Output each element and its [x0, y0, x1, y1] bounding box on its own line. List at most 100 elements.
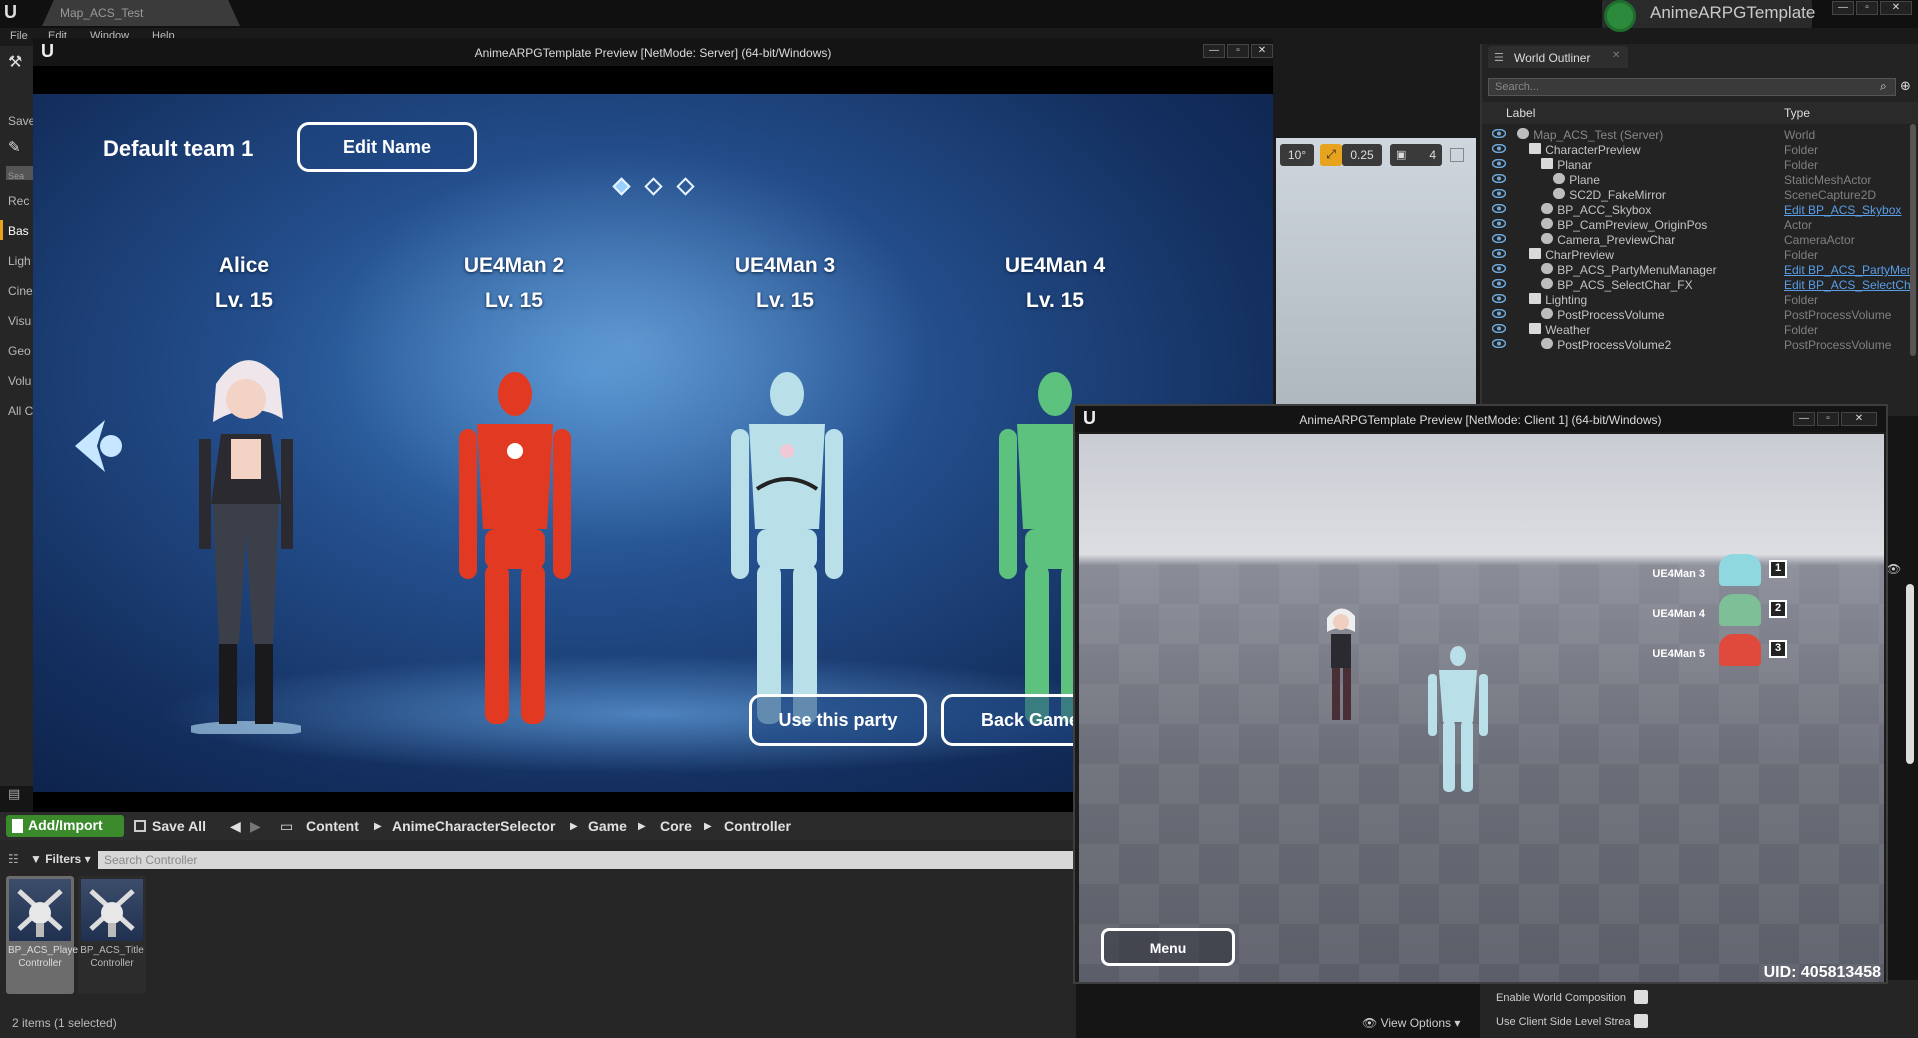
- forward-arrow-icon[interactable]: ▶: [250, 818, 261, 835]
- back-arrow-icon[interactable]: ◀: [230, 818, 241, 835]
- party-member-name: UE4Man 4: [1652, 608, 1705, 620]
- maximize-viewport-icon[interactable]: [1450, 148, 1464, 162]
- page-dot-active[interactable]: [612, 177, 631, 196]
- asset-tile[interactable]: BP_ACS_Title Controller: [78, 876, 146, 994]
- breadcrumb-content[interactable]: Content: [306, 818, 359, 834]
- add-import-button[interactable]: Add/Import: [6, 815, 124, 837]
- save-label[interactable]: Save: [8, 114, 34, 128]
- outliner-row-type[interactable]: Edit BP_ACS_SelectChar_FX: [1784, 278, 1912, 292]
- category-all-classes[interactable]: All C: [8, 404, 34, 418]
- category-volumes[interactable]: Volu: [8, 374, 34, 388]
- viewport-3d[interactable]: [1276, 138, 1476, 414]
- breadcrumb-animecharacterselector[interactable]: AnimeCharacterSelector: [392, 818, 555, 834]
- pie-server-close[interactable]: ✕: [1251, 44, 1273, 58]
- minimize-button[interactable]: —: [1832, 1, 1854, 15]
- unreal-logo-icon[interactable]: U: [4, 2, 26, 24]
- place-search-input[interactable]: Sea: [6, 166, 33, 181]
- visibility-eye-icon[interactable]: [1492, 324, 1506, 333]
- outliner-row-type[interactable]: Edit BP_ACS_Skybox: [1784, 203, 1912, 217]
- character-alice[interactable]: [191, 344, 301, 734]
- level-tab-label: Map_ACS_Test: [60, 6, 144, 20]
- visibility-eye-icon[interactable]: [1492, 279, 1506, 288]
- level-tab[interactable]: Map_ACS_Test: [42, 0, 240, 26]
- category-cinematic[interactable]: Cine: [8, 284, 34, 298]
- use-party-button[interactable]: Use this party: [749, 694, 927, 746]
- visibility-eye-icon[interactable]: [1492, 189, 1506, 198]
- filters-button[interactable]: ▼ Filters ▾: [30, 850, 94, 868]
- visibility-eye-icon[interactable]: [1492, 339, 1506, 348]
- page-dot[interactable]: [644, 177, 663, 196]
- outliner-row-label: CharPreview: [1545, 248, 1614, 262]
- visibility-eye-icon[interactable]: [1492, 129, 1506, 138]
- visibility-eye-icon[interactable]: [1492, 249, 1506, 258]
- visibility-eye-icon[interactable]: [1492, 219, 1506, 228]
- pie-server-maximize[interactable]: ▫: [1227, 44, 1249, 58]
- category-basic[interactable]: Bas: [8, 224, 34, 238]
- category-visual[interactable]: Visu: [8, 314, 34, 328]
- place-mode-icon[interactable]: ⚒: [8, 52, 26, 71]
- party-slot-badge: 3: [1769, 640, 1787, 658]
- right-scrollbar[interactable]: [1906, 584, 1914, 764]
- pie-client-close[interactable]: ✕: [1841, 412, 1877, 426]
- breadcrumb-core[interactable]: Core: [660, 818, 692, 834]
- visibility-eye-icon[interactable]: [1492, 159, 1506, 168]
- prev-arrow-icon[interactable]: [71, 416, 131, 476]
- breadcrumb-separator: ▶: [638, 821, 646, 832]
- search-icon[interactable]: ⌕: [1880, 79, 1896, 95]
- pie-client-maximize[interactable]: ▫: [1817, 412, 1839, 426]
- save-all-button[interactable]: Save All: [152, 818, 206, 834]
- visibility-eye-icon[interactable]: [1492, 309, 1506, 318]
- party-member-portrait[interactable]: [1719, 554, 1761, 586]
- column-label[interactable]: Label: [1506, 106, 1535, 120]
- visibility-eye-icon[interactable]: 👁: [1886, 562, 1901, 576]
- party-member-portrait[interactable]: [1719, 594, 1761, 626]
- pie-server-minimize[interactable]: —: [1203, 44, 1225, 58]
- character-ue4man-3[interactable]: [727, 369, 847, 739]
- category-recent[interactable]: Rec: [8, 194, 34, 208]
- client-game-scene[interactable]: UE4Man 3 1 UE4Man 4 2 UE4Man 5 3 Menu UI…: [1079, 434, 1884, 982]
- client-side-level-streaming-checkbox[interactable]: [1634, 1014, 1648, 1028]
- outliner-tab[interactable]: World Outliner: [1488, 46, 1628, 68]
- outliner-row-type[interactable]: Edit BP_ACS_PartyMenuManager: [1784, 263, 1912, 277]
- outliner-close-icon[interactable]: ✕: [1612, 50, 1622, 61]
- visibility-eye-icon[interactable]: [1492, 204, 1506, 213]
- page-dot[interactable]: [676, 177, 695, 196]
- visibility-eye-icon[interactable]: [1492, 144, 1506, 153]
- scale-snap-icon[interactable]: ⤢: [1320, 144, 1342, 166]
- visibility-eye-icon[interactable]: [1492, 264, 1506, 273]
- enable-world-composition-checkbox[interactable]: [1634, 990, 1648, 1004]
- item-count-status: 2 items (1 selected): [12, 1016, 117, 1030]
- content-browser-icon[interactable]: ▤: [8, 786, 26, 804]
- asset-tile-selected[interactable]: BP_ACS_Player Controller: [6, 876, 81, 994]
- visibility-eye-icon[interactable]: [1492, 234, 1506, 243]
- breadcrumb-controller[interactable]: Controller: [724, 818, 791, 834]
- menu-file[interactable]: File: [10, 30, 28, 42]
- maximize-button[interactable]: ▫: [1856, 1, 1878, 15]
- scale-snap-button[interactable]: 0.25: [1342, 144, 1382, 166]
- player-alice[interactable]: [1321, 604, 1361, 724]
- view-options-button[interactable]: 👁 View Options ▾: [1362, 1016, 1460, 1030]
- visibility-eye-icon[interactable]: [1492, 294, 1506, 303]
- outliner-search-input[interactable]: Search...: [1488, 78, 1896, 96]
- edit-name-button[interactable]: Edit Name: [297, 122, 477, 172]
- character-ue4man-2[interactable]: [455, 369, 575, 739]
- visibility-eye-icon[interactable]: [1492, 174, 1506, 183]
- outliner-row-type: StaticMeshActor: [1784, 173, 1872, 187]
- foliage-mode-icon[interactable]: ✎: [8, 138, 26, 156]
- outliner-row[interactable]: PostProcessVolume2 PostProcessVolume: [1482, 336, 1918, 354]
- outliner-row-label: Plane: [1569, 173, 1600, 187]
- outliner-scrollbar[interactable]: [1910, 124, 1916, 356]
- breadcrumb-game[interactable]: Game: [588, 818, 627, 834]
- column-type[interactable]: Type: [1784, 106, 1810, 120]
- asset-search-input[interactable]: Search Controller: [98, 851, 1074, 869]
- close-button[interactable]: ✕: [1880, 1, 1912, 15]
- player-ue4man-3[interactable]: [1425, 646, 1491, 796]
- pie-client-minimize[interactable]: —: [1793, 412, 1815, 426]
- add-filter-icon[interactable]: ⊕: [1900, 78, 1916, 94]
- rotation-snap-button[interactable]: 10°: [1280, 144, 1314, 166]
- sources-toggle-icon[interactable]: ☷: [8, 852, 24, 866]
- menu-button[interactable]: Menu: [1101, 928, 1235, 966]
- category-geometry[interactable]: Geo: [8, 344, 34, 358]
- party-member-portrait[interactable]: [1719, 634, 1761, 666]
- category-lights[interactable]: Ligh: [8, 254, 34, 268]
